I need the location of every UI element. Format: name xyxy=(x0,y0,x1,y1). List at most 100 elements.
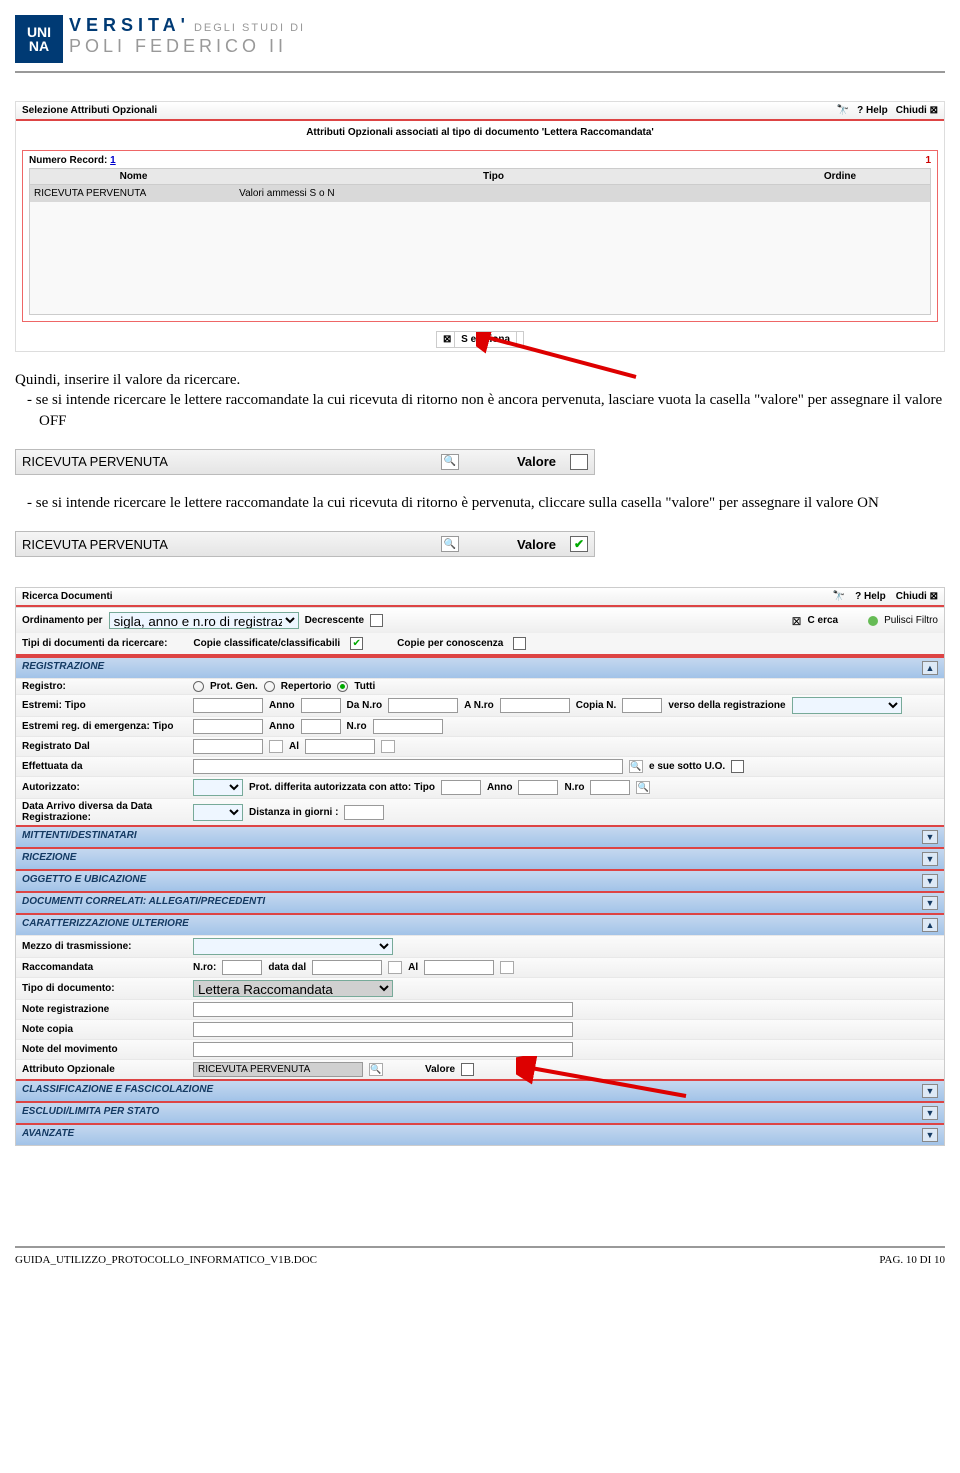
logo-badge: UNINA xyxy=(15,15,63,63)
section-avanzate: AVANZATE xyxy=(22,1128,74,1142)
estremi-tipo-label: Estremi: Tipo xyxy=(22,700,187,711)
attropz-label: Attributo Opzionale xyxy=(22,1064,187,1075)
effettuata-input[interactable] xyxy=(193,759,623,774)
calendar-icon[interactable] xyxy=(381,740,395,753)
section-ricezione: RICEZIONE xyxy=(22,852,76,866)
numrec-link[interactable]: 1 xyxy=(110,155,116,166)
search-icon[interactable]: 🔍 xyxy=(441,454,459,470)
seleziona-button[interactable]: ⊠ S eleziona xyxy=(436,331,524,348)
decrescente-checkbox[interactable] xyxy=(370,614,383,627)
autorizzato-select[interactable] xyxy=(193,779,243,796)
calendar-icon[interactable] xyxy=(500,961,514,974)
registrato-dal-label: Registrato Dal xyxy=(22,741,187,752)
regdal-input[interactable] xyxy=(193,739,263,754)
help-link[interactable]: ? Help xyxy=(857,105,888,116)
expand-down-icon[interactable]: ▼ xyxy=(922,1128,938,1142)
decrescente-label: Decrescente xyxy=(305,615,364,626)
expand-down-icon[interactable]: ▼ xyxy=(922,1106,938,1120)
close-button[interactable]: Chiudi ⊠ xyxy=(896,591,938,602)
expand-down-icon[interactable]: ▼ xyxy=(922,896,938,910)
crop2-valore-label: Valore xyxy=(517,537,556,552)
attropz-input[interactable]: RICEVUTA PERVENUTA xyxy=(193,1062,363,1077)
copie-class-checkbox[interactable]: ✔ xyxy=(350,637,363,650)
close-button[interactable]: Chiudi ⊠ xyxy=(896,105,938,116)
search-icon[interactable]: 🔍 xyxy=(441,536,459,552)
numrec-label: Numero Record: xyxy=(29,155,107,166)
notereg-label: Note registrazione xyxy=(22,1004,187,1015)
search-icon[interactable]: 🔍 xyxy=(369,1063,383,1076)
racc-nro-input[interactable] xyxy=(222,960,262,975)
tipodoc-label: Tipo di documento: xyxy=(22,983,187,994)
mezzo-select[interactable] xyxy=(193,938,393,955)
estremi-emerg-label: Estremi reg. di emergenza: Tipo xyxy=(22,721,187,732)
collapse-up-icon[interactable]: ▲ xyxy=(922,918,938,932)
radio-tutti[interactable] xyxy=(337,681,348,692)
grid-row[interactable]: RICEVUTA PERVENUTA Valori ammessi S o N xyxy=(30,185,930,202)
search-icon[interactable]: 🔍 xyxy=(636,781,650,794)
regal-input[interactable] xyxy=(305,739,375,754)
binoculars-icon[interactable]: 🔭 xyxy=(833,591,845,602)
expand-down-icon[interactable]: ▼ xyxy=(922,830,938,844)
calendar-icon[interactable] xyxy=(388,961,402,974)
page-indicator: 1 xyxy=(925,155,931,166)
binoculars-icon[interactable]: 🔭 xyxy=(837,105,849,116)
header-logo: UNINA VERSITA'DEGLI STUDI DI POLI FEDERI… xyxy=(15,15,945,73)
anno-input[interactable] xyxy=(301,698,341,713)
emerg-anno-input[interactable] xyxy=(301,719,341,734)
logo-text-line1b: DEGLI STUDI DI xyxy=(194,22,305,34)
expand-down-icon[interactable]: ▼ xyxy=(922,1084,938,1098)
estremi-tipo-input[interactable] xyxy=(193,698,263,713)
logo-text-line1a: VERSITA' xyxy=(69,15,190,35)
danro-input[interactable] xyxy=(388,698,458,713)
expand-down-icon[interactable]: ▼ xyxy=(922,874,938,888)
racc-datadal-input[interactable] xyxy=(312,960,382,975)
data-arrivo-label: Data Arrivo diversa da Data Registrazion… xyxy=(22,801,187,823)
valore-checkbox-on[interactable]: ✔ xyxy=(570,536,588,552)
window-ricerca: Ricerca Documenti 🔭 ? Help Chiudi ⊠ Ordi… xyxy=(15,587,945,1146)
crop2-label: RICEVUTA PERVENUTA xyxy=(22,537,168,552)
emerg-nro-input[interactable] xyxy=(373,719,443,734)
help-link[interactable]: ? Help xyxy=(855,591,886,602)
dataarrivo-select[interactable] xyxy=(193,804,243,821)
calendar-icon[interactable] xyxy=(269,740,283,753)
protdiff-nro-input[interactable] xyxy=(590,780,630,795)
section-escludi: ESCLUDI/LIMITA PER STATO xyxy=(22,1106,159,1120)
section-documenti: DOCUMENTI CORRELATI: ALLEGATI/PRECEDENTI xyxy=(22,896,265,910)
effettuata-da-label: Effettuata da xyxy=(22,761,187,772)
collapse-up-icon[interactable]: ▲ xyxy=(922,661,938,675)
crop1-valore-label: Valore xyxy=(517,454,556,469)
copian-input[interactable] xyxy=(622,698,662,713)
cerca-button[interactable]: C erca xyxy=(808,615,839,626)
ordinamento-label: Ordinamento per xyxy=(22,615,103,626)
esue-checkbox[interactable] xyxy=(731,760,744,773)
footer-right: PAG. 10 DI 10 xyxy=(879,1254,945,1266)
col-ordine: Ordine xyxy=(750,171,930,182)
cell-tipo: Valori ammessi S o N xyxy=(239,188,747,199)
notereg-input[interactable] xyxy=(193,1002,573,1017)
valore-checkbox-off[interactable] xyxy=(570,454,588,470)
ordinamento-select[interactable]: sigla, anno e n.ro di registrazione xyxy=(109,612,299,629)
pulisci-filtro-button[interactable]: Pulisci Filtro xyxy=(884,615,938,626)
col-nome: Nome xyxy=(30,171,237,182)
paragraph-1: Quindi, inserire il valore da ricercare. xyxy=(15,372,240,388)
protdiff-tipo-input[interactable] xyxy=(441,780,481,795)
copie-conos-checkbox[interactable] xyxy=(513,637,526,650)
expand-down-icon[interactable]: ▼ xyxy=(922,852,938,866)
notecopia-input[interactable] xyxy=(193,1022,573,1037)
notemov-input[interactable] xyxy=(193,1042,573,1057)
tipodoc-select[interactable]: Lettera Raccomandata xyxy=(193,980,393,997)
racc-al-input[interactable] xyxy=(424,960,494,975)
protdiff-anno-input[interactable] xyxy=(518,780,558,795)
search-icon[interactable]: 🔍 xyxy=(629,760,643,773)
verso-select[interactable] xyxy=(792,697,902,714)
distanza-input[interactable] xyxy=(344,805,384,820)
emerg-tipo-input[interactable] xyxy=(193,719,263,734)
cell-nome: RICEVUTA PERVENUTA xyxy=(34,188,239,199)
radio-protgen[interactable] xyxy=(193,681,204,692)
section-registrazione: REGISTRAZIONE xyxy=(22,661,104,675)
valore-checkbox[interactable] xyxy=(461,1063,474,1076)
section-classificazione: CLASSIFICAZIONE E FASCICOLAZIONE xyxy=(22,1084,213,1098)
mezzo-label: Mezzo di trasmissione: xyxy=(22,941,187,952)
radio-repertorio[interactable] xyxy=(264,681,275,692)
anro-input[interactable] xyxy=(500,698,570,713)
